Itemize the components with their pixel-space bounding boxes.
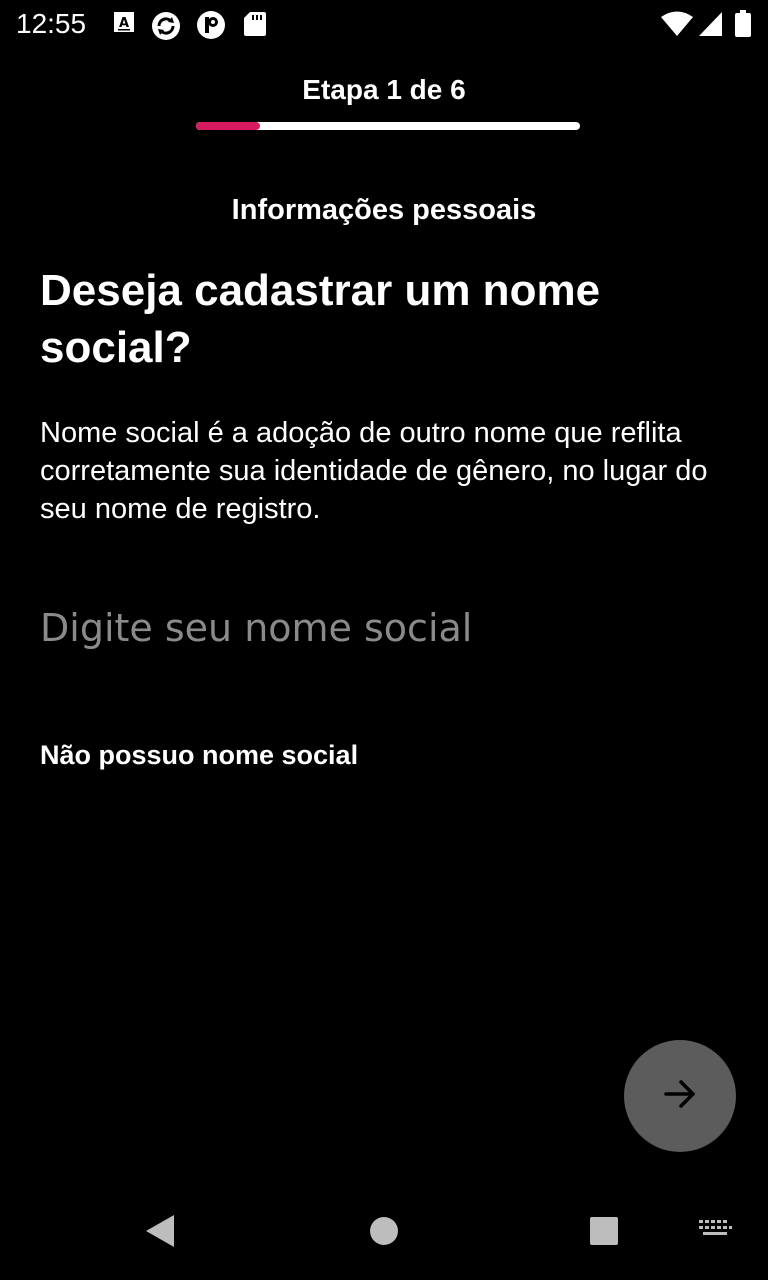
arrow-right-icon bbox=[660, 1074, 700, 1119]
p-circle-icon bbox=[196, 10, 225, 39]
page-title: Deseja cadastrar um nome social? bbox=[40, 266, 601, 372]
keyboard-icon bbox=[697, 1218, 733, 1247]
signal-icon bbox=[698, 10, 726, 38]
keyboard-button[interactable] bbox=[692, 1212, 738, 1252]
home-button[interactable] bbox=[359, 1208, 409, 1258]
description-text: Nome social é a adoção de outro nome que… bbox=[40, 417, 708, 525]
back-icon bbox=[144, 1213, 178, 1254]
section-title: Informações pessoais bbox=[231, 194, 537, 226]
navigation-bar bbox=[0, 1184, 768, 1280]
home-icon bbox=[368, 1215, 400, 1252]
step-indicator: Etapa 1 de 6 bbox=[302, 74, 466, 105]
next-button[interactable] bbox=[624, 1040, 736, 1152]
back-button[interactable] bbox=[136, 1208, 186, 1258]
recents-button[interactable] bbox=[579, 1208, 629, 1258]
screen: 12:55 A Etapa 1 de 6 Informações pessoai… bbox=[0, 0, 768, 1280]
svg-text:A: A bbox=[119, 16, 129, 31]
social-name-input[interactable] bbox=[40, 596, 730, 660]
status-time: 12:55 bbox=[16, 8, 87, 39]
progress-bar-fill bbox=[196, 122, 260, 130]
sd-card-icon bbox=[242, 10, 270, 38]
progress-bar bbox=[196, 122, 580, 130]
wifi-icon bbox=[660, 10, 694, 38]
font-a-icon: A bbox=[112, 10, 140, 38]
status-bar: 12:55 A bbox=[0, 0, 768, 48]
sync-icon bbox=[150, 10, 180, 40]
no-social-name-button[interactable]: Não possuo nome social bbox=[40, 740, 358, 771]
battery-icon bbox=[734, 10, 754, 38]
recents-icon bbox=[588, 1215, 620, 1252]
